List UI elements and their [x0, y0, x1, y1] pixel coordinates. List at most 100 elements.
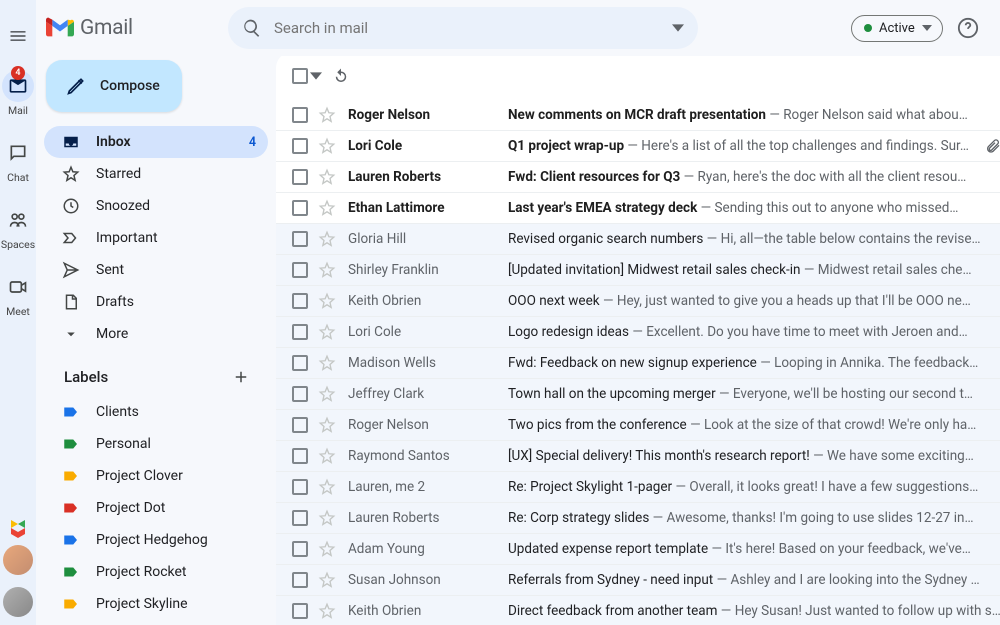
label-item[interactable]: Project Rocket: [44, 556, 268, 588]
email-row[interactable]: Shirley Franklin [Updated invitation] Mi…: [276, 255, 1000, 286]
row-checkbox[interactable]: [292, 262, 308, 278]
chevron-down-icon[interactable]: [310, 70, 322, 82]
label-item[interactable]: Personal: [44, 428, 268, 460]
email-sender: Keith Obrien: [348, 603, 496, 619]
rail-item-meet[interactable]: Meet: [0, 265, 36, 328]
star-button[interactable]: [318, 447, 336, 465]
label-item[interactable]: Project Hedgehog: [44, 524, 268, 556]
label-item[interactable]: Project Dot: [44, 492, 268, 524]
email-row[interactable]: Lori Cole Q1 project wrap-up — Here's a …: [276, 131, 1000, 162]
email-row[interactable]: Madison Wells Fwd: Feedback on new signu…: [276, 348, 1000, 379]
star-button[interactable]: [318, 571, 336, 589]
row-checkbox[interactable]: [292, 510, 308, 526]
row-checkbox[interactable]: [292, 169, 308, 185]
search-bar[interactable]: [228, 7, 698, 49]
row-checkbox[interactable]: [292, 603, 308, 619]
row-checkbox[interactable]: [292, 293, 308, 309]
gmail-logo[interactable]: Gmail: [46, 16, 216, 40]
email-row[interactable]: Gloria Hill Revised organic search numbe…: [276, 224, 1000, 255]
addon-icon[interactable]: [6, 517, 30, 541]
email-row[interactable]: Lauren Roberts Re: Corp strategy slides …: [276, 503, 1000, 534]
star-button[interactable]: [318, 416, 336, 434]
star-button[interactable]: [318, 106, 336, 124]
nav-item-sent[interactable]: Sent: [44, 254, 268, 286]
chat-contact-avatar-1[interactable]: [3, 545, 33, 575]
rail-item-mail[interactable]: Mail 4: [0, 64, 36, 127]
email-subject: Re: Project Skylight 1-pager: [508, 479, 672, 495]
refresh-button[interactable]: [332, 67, 350, 85]
support-button[interactable]: [949, 9, 987, 47]
star-button[interactable]: [318, 323, 336, 341]
row-checkbox[interactable]: [292, 479, 308, 495]
add-label-button[interactable]: [228, 364, 254, 390]
left-rail: Mail 4 Chat Spaces Meet: [0, 0, 36, 625]
star-button[interactable]: [318, 354, 336, 372]
rail-item-spaces[interactable]: Spaces: [0, 198, 36, 261]
rail-item-chat[interactable]: Chat: [0, 131, 36, 194]
nav-item-snoozed[interactable]: Snoozed: [44, 190, 268, 222]
status-chip[interactable]: Active: [851, 15, 943, 42]
row-checkbox[interactable]: [292, 386, 308, 402]
email-row[interactable]: Lauren, me 2 Re: Project Skylight 1-page…: [276, 472, 1000, 503]
email-row[interactable]: Roger Nelson Two pics from the conferenc…: [276, 410, 1000, 441]
clock-icon: [62, 197, 80, 215]
row-checkbox[interactable]: [292, 200, 308, 216]
search-input[interactable]: [274, 19, 660, 37]
labels-more[interactable]: More: [44, 620, 268, 625]
chat-contact-avatar-2[interactable]: [3, 587, 33, 617]
email-row[interactable]: Raymond Santos [UX] Special delivery! Th…: [276, 441, 1000, 472]
nav-label: Snoozed: [96, 198, 150, 214]
label-item[interactable]: Clients: [44, 396, 268, 428]
row-checkbox[interactable]: [292, 138, 308, 154]
star-button[interactable]: [318, 602, 336, 620]
email-row[interactable]: Jeffrey Clark Town hall on the upcoming …: [276, 379, 1000, 410]
email-row[interactable]: Lauren Roberts Fwd: Client resources for…: [276, 162, 1000, 193]
email-row[interactable]: Keith Obrien OOO next week — Hey, just w…: [276, 286, 1000, 317]
row-checkbox[interactable]: [292, 107, 308, 123]
star-button[interactable]: [318, 540, 336, 558]
star-button[interactable]: [318, 230, 336, 248]
nav-item-important[interactable]: Important: [44, 222, 268, 254]
email-subject: OOO next week: [508, 293, 600, 309]
star-button[interactable]: [318, 509, 336, 527]
star-button[interactable]: [318, 478, 336, 496]
email-row[interactable]: Ethan Lattimore Last year's EMEA strateg…: [276, 193, 1000, 224]
star-button[interactable]: [318, 292, 336, 310]
nav-item-inbox[interactable]: Inbox4: [44, 126, 268, 158]
email-row[interactable]: Roger Nelson New comments on MCR draft p…: [276, 100, 1000, 131]
email-snippet: — Midwest retail sales che…: [801, 262, 972, 278]
nav-item-drafts[interactable]: Drafts: [44, 286, 268, 318]
email-message: Fwd: Client resources for Q3 — Ryan, her…: [508, 169, 1000, 185]
email-snippet: — Overall, it looks great! I have a few …: [672, 479, 978, 495]
star-button[interactable]: [318, 168, 336, 186]
star-button[interactable]: [318, 385, 336, 403]
row-checkbox[interactable]: [292, 572, 308, 588]
row-checkbox[interactable]: [292, 541, 308, 557]
select-all-checkbox[interactable]: [292, 68, 322, 84]
row-checkbox[interactable]: [292, 231, 308, 247]
email-row[interactable]: Adam Young Updated expense report templa…: [276, 534, 1000, 565]
row-checkbox[interactable]: [292, 448, 308, 464]
email-row[interactable]: Keith Obrien Direct feedback from anothe…: [276, 596, 1000, 625]
main-menu-button[interactable]: [0, 18, 36, 54]
nav-item-starred[interactable]: Starred: [44, 158, 268, 190]
compose-button[interactable]: Compose: [46, 60, 182, 112]
email-subject: Logo redesign ideas: [508, 324, 629, 340]
row-checkbox[interactable]: [292, 355, 308, 371]
toolbar: [276, 56, 1000, 100]
email-row[interactable]: Lori Cole Logo redesign ideas — Excellen…: [276, 317, 1000, 348]
row-checkbox[interactable]: [292, 324, 308, 340]
nav-item-more[interactable]: More: [44, 318, 268, 350]
email-row[interactable]: Susan Johnson Referrals from Sydney - ne…: [276, 565, 1000, 596]
row-checkbox[interactable]: [292, 417, 308, 433]
star-button[interactable]: [318, 261, 336, 279]
label-item[interactable]: Project Clover: [44, 460, 268, 492]
star-button[interactable]: [318, 137, 336, 155]
email-list: Roger Nelson New comments on MCR draft p…: [276, 100, 1000, 625]
label-item[interactable]: Project Skyline: [44, 588, 268, 620]
email-sender: Raymond Santos: [348, 448, 496, 464]
search-options-icon[interactable]: [666, 16, 690, 40]
search-icon[interactable]: [236, 12, 268, 44]
star-button[interactable]: [318, 199, 336, 217]
settings-button[interactable]: [993, 9, 1000, 47]
